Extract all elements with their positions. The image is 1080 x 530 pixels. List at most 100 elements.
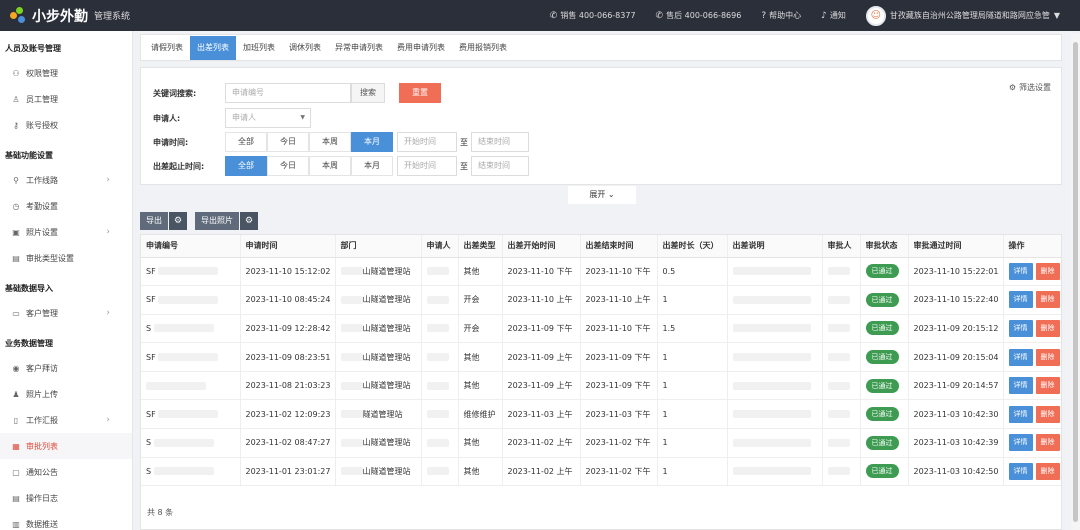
col-header: 申请人 (421, 235, 459, 258)
applicant-select[interactable]: 申请人 ▼ (225, 108, 311, 128)
trip-end-time-input[interactable]: 结束时间 (471, 156, 529, 176)
redacted-text (732, 353, 811, 362)
sidebar-item-customer-visit[interactable]: ◉ 客户拜访 (0, 355, 132, 381)
help-center-link[interactable]: ? 帮助中心 (761, 10, 801, 21)
cell-text: 山隧道管理站 (362, 323, 411, 333)
page-scrollbar[interactable] (1071, 34, 1080, 530)
trip-start-time-input[interactable]: 开始时间 (397, 156, 457, 176)
actions-cell: 详情 删除 (1003, 371, 1061, 401)
applicant-label: 申请人: (153, 113, 181, 123)
delete-button[interactable]: 删除 (1035, 348, 1060, 366)
sidebar-item-attendance[interactable]: ◷ 考勤设置 (0, 193, 132, 219)
table-row: 2023-11-08 21:03:23 山隧道管理站 其他 2023-11-09 上午… (141, 371, 1061, 401)
delete-button[interactable]: 删除 (1035, 377, 1060, 395)
after-sales-phone: ✆ 售后 400-066-8696 (655, 10, 742, 21)
sidebar-item-photo-settings[interactable]: ▣ 照片设置 › (0, 219, 132, 245)
sidebar-item-employees[interactable]: ♙ 员工管理 (0, 86, 132, 112)
sidebar-item-work-route[interactable]: ⚲ 工作线路 › (0, 167, 132, 193)
detail-button[interactable]: 详情 (1008, 348, 1033, 366)
redacted-text (827, 324, 850, 333)
col-header: 审批人 (822, 235, 861, 258)
sidebar-item-photo-upload[interactable]: ♟ 照片上传 (0, 381, 132, 407)
delete-button[interactable]: 删除 (1035, 434, 1060, 452)
apply-start-time-input[interactable]: 开始时间 (397, 132, 457, 152)
detail-button[interactable]: 详情 (1008, 319, 1033, 337)
pass-time-cell: 2023-11-09 20:15:12 (908, 314, 1004, 344)
export-photo-button[interactable]: 导出照片 (195, 212, 239, 230)
detail-button[interactable]: 详情 (1008, 462, 1033, 480)
table-row: SF 2023-11-10 15:12:02 山隧道管理站 其他 2023-11-10… (141, 257, 1061, 287)
sidebar-item-operation-log[interactable]: ▤ 操作日志 (0, 485, 132, 511)
phone-icon: ✆ (655, 10, 664, 21)
phone-icon: ▯ (13, 415, 19, 425)
gear-icon[interactable]: ⚙ (169, 212, 187, 230)
trip-desc-cell (727, 371, 823, 401)
scrollbar-thumb[interactable] (1073, 42, 1078, 522)
tab-compensatory[interactable]: 调休列表 (282, 36, 328, 60)
user-menu[interactable]: ☺ 甘孜藏族自治州公路管理局隧道和路网应急管 ▼ (865, 5, 1060, 26)
app-logo[interactable]: 小步外勤 管理系统 (0, 6, 200, 26)
redacted-text (827, 267, 850, 276)
trip-days-cell: 1 (657, 285, 728, 315)
apply-time-month[interactable]: 本月 (351, 132, 393, 152)
actions-cell: 详情 删除 (1003, 399, 1061, 430)
detail-button[interactable]: 详情 (1008, 434, 1033, 452)
sidebar-item-customers[interactable]: ▭ 客户管理 › (0, 300, 132, 326)
expand-filter-button[interactable]: 展开 ⌄ (568, 186, 636, 204)
delete-button[interactable]: 删除 (1035, 319, 1060, 337)
notice-link[interactable]: ♪ 通知 (821, 10, 846, 21)
detail-button[interactable]: 详情 (1008, 291, 1033, 309)
sidebar-item-account-auth[interactable]: ⚷ 账号授权 (0, 112, 132, 138)
export-button[interactable]: 导出 (140, 212, 168, 230)
delete-button[interactable]: 删除 (1035, 462, 1060, 480)
sidebar-item-announcement[interactable]: ▢ 通知公告 (0, 459, 132, 485)
sidebar-item-work-report[interactable]: ▯ 工作汇报 › (0, 407, 132, 433)
tab-exception[interactable]: 异常申请列表 (328, 36, 390, 60)
trip-type-cell: 其他 (458, 342, 503, 372)
help-icon: ? (761, 10, 767, 21)
tab-expense-reimbursement[interactable]: 费用报销列表 (452, 36, 514, 60)
approver-cell (822, 342, 861, 372)
approver-cell (822, 285, 861, 315)
redacted-text (426, 324, 449, 333)
col-header: 出差结束时间 (580, 235, 658, 258)
trip-end-cell: 2023-11-02 下午 (580, 428, 658, 458)
delete-button[interactable]: 删除 (1035, 291, 1060, 309)
redacted-text (340, 410, 363, 419)
trip-time-today[interactable]: 今日 (267, 156, 309, 176)
delete-button[interactable]: 删除 (1035, 405, 1060, 423)
redacted-text (426, 267, 449, 276)
search-button[interactable]: 搜索 (351, 83, 385, 103)
sidebar-item-data-push[interactable]: ▥ 数据推送 (0, 511, 132, 530)
table-row: S 2023-11-01 23:01:27 山隧道管理站 其他 2023-11-02 … (141, 457, 1061, 487)
trip-days-cell: 0.5 (657, 257, 728, 287)
sidebar-item-permissions[interactable]: ⚇ 权限管理 (0, 60, 132, 86)
apply-time-today[interactable]: 今日 (267, 132, 309, 152)
sidebar-item-approval-list[interactable]: ▦ 审批列表 (0, 433, 132, 459)
sidebar-item-approval-types[interactable]: ▤ 审批类型设置 (0, 245, 132, 271)
apply-time-week[interactable]: 本周 (309, 132, 351, 152)
apply-end-time-input[interactable]: 结束时间 (471, 132, 529, 152)
filter-settings-button[interactable]: ⚙ 筛选设置 (1009, 82, 1051, 93)
chevron-down-icon: ⌄ (607, 190, 615, 199)
delete-button[interactable]: 删除 (1035, 262, 1060, 280)
trip-time-week[interactable]: 本周 (309, 156, 351, 176)
tab-leave[interactable]: 请假列表 (144, 36, 190, 60)
detail-button[interactable]: 详情 (1008, 262, 1033, 280)
trip-time-month[interactable]: 本月 (351, 156, 393, 176)
cell-text: SF (146, 295, 156, 305)
trip-time-all[interactable]: 全部 (225, 156, 267, 176)
applicant-cell (421, 457, 459, 487)
detail-button[interactable]: 详情 (1008, 405, 1033, 423)
detail-button[interactable]: 详情 (1008, 377, 1033, 395)
cell-text: SF (146, 409, 156, 419)
reset-button[interactable]: 重置 (399, 83, 441, 103)
tab-overtime[interactable]: 加班列表 (236, 36, 282, 60)
keyword-search-input[interactable]: 申请编号 (225, 83, 351, 103)
tab-business-trip[interactable]: 出差列表 (190, 35, 236, 60)
gear-icon[interactable]: ⚙ (240, 212, 258, 230)
trip-end-cell: 2023-11-10 下午 (580, 314, 658, 344)
apply-time-all[interactable]: 全部 (225, 132, 267, 152)
table-row: S 2023-11-02 08:47:27 山隧道管理站 其他 2023-11-02 … (141, 428, 1061, 458)
tab-expense-request[interactable]: 费用申请列表 (390, 36, 452, 60)
